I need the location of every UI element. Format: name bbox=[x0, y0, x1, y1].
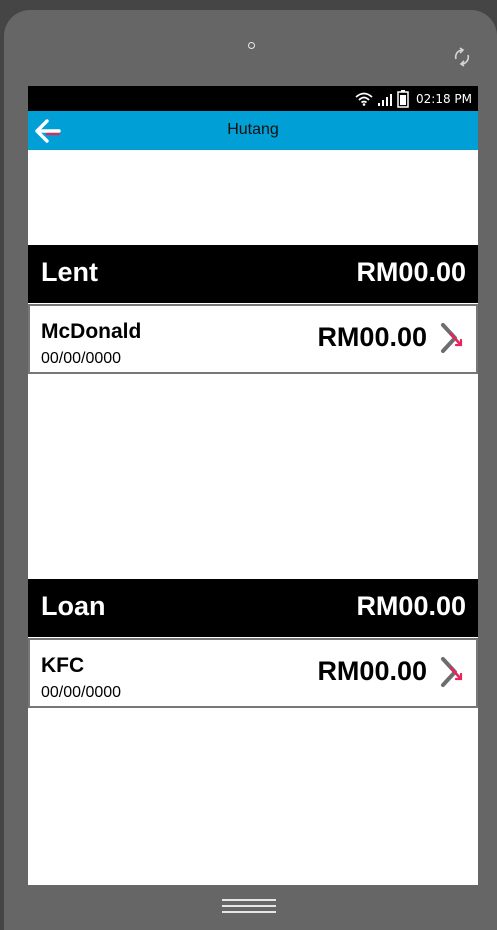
battery-icon bbox=[397, 90, 409, 108]
entry-date: 00/00/0000 bbox=[41, 350, 122, 367]
emulator-stage: 02:18 PM Hutang Lent RM00.00 McDonald 00… bbox=[0, 0, 497, 930]
loan-section-header: Loan RM00.00 bbox=[28, 579, 478, 637]
app-screen: 02:18 PM Hutang Lent RM00.00 McDonald 00… bbox=[28, 86, 478, 885]
status-icons: 02:18 PM bbox=[355, 90, 472, 108]
entry-name: KFC bbox=[41, 654, 85, 677]
rotate-icon[interactable] bbox=[451, 46, 473, 68]
entry-date: 00/00/0000 bbox=[41, 684, 122, 701]
lent-section-title: Lent bbox=[41, 257, 98, 287]
home-menu-icon[interactable] bbox=[222, 898, 276, 914]
entry-name: McDonald bbox=[41, 320, 142, 343]
camera-icon bbox=[248, 42, 255, 49]
page-title: Hutang bbox=[227, 121, 279, 138]
lent-section-header: Lent RM00.00 bbox=[28, 245, 478, 303]
lent-total-amount: RM00.00 bbox=[356, 257, 466, 287]
app-bar: Hutang bbox=[28, 111, 478, 150]
loan-entry-row[interactable]: KFC 00/00/0000 RM00.00 bbox=[28, 638, 478, 708]
status-bar: 02:18 PM bbox=[28, 86, 478, 111]
chevron-right-icon[interactable] bbox=[440, 322, 464, 354]
wifi-icon bbox=[355, 92, 373, 106]
entry-amount: RM00.00 bbox=[317, 656, 427, 686]
lent-entry-row[interactable]: McDonald 00/00/0000 RM00.00 bbox=[28, 304, 478, 374]
status-time: 02:18 PM bbox=[416, 92, 472, 106]
chevron-right-icon[interactable] bbox=[440, 656, 464, 688]
loan-total-amount: RM00.00 bbox=[356, 591, 466, 621]
loan-section-title: Loan bbox=[41, 591, 106, 621]
signal-icon bbox=[378, 94, 392, 106]
entry-amount: RM00.00 bbox=[317, 322, 427, 352]
device-frame: 02:18 PM Hutang Lent RM00.00 McDonald 00… bbox=[4, 10, 497, 930]
